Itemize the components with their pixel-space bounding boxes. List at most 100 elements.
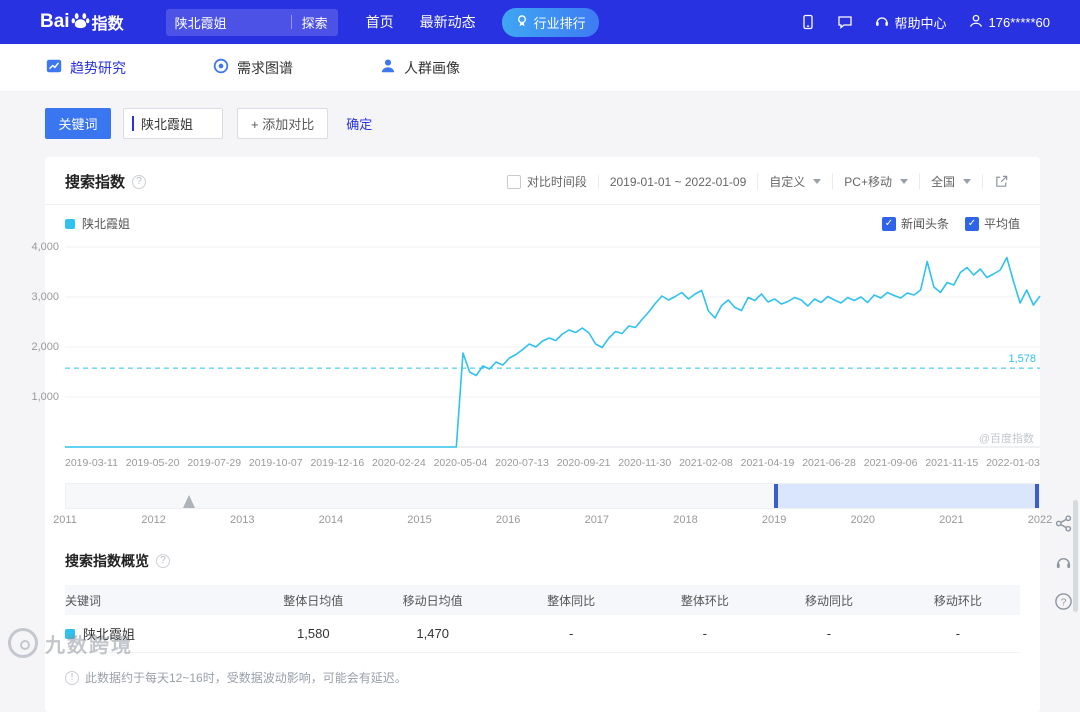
- nav-home[interactable]: 首页: [366, 12, 394, 32]
- timeline-year-label: 2012: [141, 514, 166, 526]
- col-keyword: 关键词: [65, 593, 102, 608]
- timeline-year-label: 2011: [53, 514, 77, 526]
- timeline-year-label: 2020: [850, 514, 875, 526]
- headset-icon: [874, 13, 890, 32]
- timeline-year-label: 2017: [584, 514, 610, 526]
- timeline-slider[interactable]: [65, 483, 1040, 509]
- x-axis-label: 2020-11-30: [618, 457, 672, 469]
- average-toggle[interactable]: ✓ 平均值: [964, 215, 1020, 232]
- scrollbar[interactable]: [1073, 500, 1078, 612]
- topbar-right: 帮助中心 176*****60: [800, 13, 1050, 32]
- checkbox-checked-icon: ✓: [964, 216, 979, 231]
- support-button[interactable]: [1054, 553, 1073, 575]
- nav-latest-news[interactable]: 最新动态: [420, 12, 476, 32]
- x-axis-label: 2019-03-11: [65, 457, 118, 469]
- compare-period-label: 对比时间段: [526, 175, 587, 189]
- question-button[interactable]: ?: [1054, 592, 1073, 614]
- x-axis-label: 2020-02-24: [372, 457, 426, 469]
- chart-watermark: @百度指数: [978, 433, 1034, 445]
- legend-label: 陕北霞姐: [82, 217, 131, 231]
- cell-mobile-yoy: -: [826, 626, 832, 641]
- tab-trend-label: 趋势研究: [70, 59, 126, 76]
- account-menu[interactable]: 176*****60: [968, 13, 1050, 32]
- industry-ranking-pill[interactable]: 行业排行: [501, 7, 599, 37]
- top-navbar: Bai 指数 探索 首页 最新动态 行业排行 帮助中心 176*****60: [0, 0, 1080, 44]
- chart-toggles: ✓ 新闻头条 ✓ 平均值: [881, 215, 1020, 232]
- y-axis-label: 3,000: [31, 291, 59, 303]
- slider-preview-bump: [182, 495, 195, 508]
- data-delay-note: ! 此数据约于每天12~16时，受数据波动影响，可能会有延迟。: [65, 669, 1040, 686]
- chevron-down-icon: [899, 179, 908, 184]
- row-swatch: [65, 628, 75, 639]
- table-row[interactable]: 陕北霞姐 1,580 1,470 - - - -: [65, 615, 1020, 653]
- y-axis-label: 4,000: [31, 241, 59, 253]
- x-axis-label: 2020-05-04: [433, 457, 488, 469]
- table-header-row: 关键词 整体日均值 移动日均值 整体同比 整体环比 移动同比 移动环比: [65, 585, 1020, 615]
- top-nav: 首页 最新动态 行业排行: [366, 7, 599, 37]
- person-icon: [379, 57, 397, 78]
- cell-overall-yoy: -: [568, 626, 574, 641]
- overview-header: 搜索指数概览 ?: [65, 551, 1040, 571]
- keyword-label-button[interactable]: 关键词: [45, 108, 111, 139]
- compare-period-checkbox[interactable]: 对比时间段: [496, 173, 598, 190]
- baidu-index-logo[interactable]: Bai 指数: [40, 10, 124, 34]
- timeline-year-label: 2022: [1027, 514, 1053, 526]
- mobile-app-button[interactable]: [800, 14, 816, 30]
- x-axis-label: 2019-12-16: [310, 457, 365, 469]
- chart-legend-row: 陕北霞姐 ✓ 新闻头条 ✓ 平均值: [45, 205, 1040, 232]
- x-axis-label: 2021-11-15: [925, 457, 979, 469]
- explore-button[interactable]: 探索: [292, 13, 338, 32]
- cell-mobile-mom: -: [955, 626, 961, 641]
- watermark-logo-icon: [8, 628, 38, 658]
- logo-suffix: 指数: [91, 16, 124, 33]
- tab-audience-portrait[interactable]: 人群画像: [379, 57, 460, 78]
- cell-overall-mom: -: [702, 626, 707, 641]
- col-overall-avg: 整体日均值: [283, 593, 344, 608]
- news-headlines-toggle[interactable]: ✓ 新闻头条: [881, 215, 949, 232]
- tab-portrait-label: 人群画像: [404, 59, 460, 76]
- external-link-icon[interactable]: [982, 174, 1020, 189]
- region-dropdown[interactable]: 全国: [918, 173, 982, 190]
- overview-help-icon[interactable]: ?: [156, 554, 170, 568]
- account-label: 176*****60: [988, 14, 1050, 30]
- tab-trend-research[interactable]: 趋势研究: [45, 57, 126, 78]
- cell-overall-avg: 1,580: [297, 626, 330, 641]
- x-axis-label: 2019-10-07: [248, 457, 303, 469]
- message-button[interactable]: [837, 14, 853, 30]
- x-axis-label: 2021-06-28: [802, 457, 856, 469]
- tab-demand-map[interactable]: 需求图谱: [212, 57, 293, 78]
- tab-demand-label: 需求图谱: [237, 59, 293, 76]
- slider-handle-right[interactable]: [1034, 484, 1039, 508]
- search-index-panel: 搜索指数 ? 对比时间段 2019-01-01 ~ 2022-01-09 自定义…: [31, 157, 1052, 712]
- checkbox-empty-icon: [506, 174, 521, 189]
- col-overall-mom: 整体环比: [680, 593, 729, 608]
- sub-navbar: 趋势研究 需求图谱 人群画像: [0, 44, 1080, 92]
- col-mobile-yoy: 移动同比: [804, 593, 853, 608]
- confirm-button[interactable]: 确定: [346, 114, 372, 133]
- search-index-chart[interactable]: 1,000 2,000 3,000 4,000 1,578 @百度指数: [31, 241, 1041, 452]
- timeline-year-label: 2013: [230, 514, 255, 526]
- custom-dropdown[interactable]: 自定义: [757, 173, 832, 190]
- keyword-cell: 陕北霞姐: [65, 624, 256, 643]
- col-mobile-mom: 移动环比: [933, 593, 982, 608]
- share-button[interactable]: [1054, 514, 1073, 536]
- svg-text:?: ?: [1061, 597, 1067, 608]
- timeline-year-label: 2019: [761, 514, 787, 526]
- average-value-label: 1,578: [1008, 353, 1036, 366]
- timeline-years: 2011 2012 2013 2014 2015 2016 2017 2018 2019 2020…: [53, 514, 1052, 529]
- legend-item[interactable]: 陕北霞姐: [65, 215, 130, 232]
- search-input[interactable]: [165, 14, 291, 30]
- help-center-link[interactable]: 帮助中心: [874, 13, 947, 32]
- device-dropdown[interactable]: PC+移动: [832, 173, 919, 190]
- x-axis-labels: 2019-03-11 2019-05-20 2019-07-29 2019-10-07…: [65, 457, 1040, 469]
- keyword-input[interactable]: 陕北霞姐: [123, 108, 223, 139]
- x-axis-label: 2020-09-21: [556, 457, 611, 469]
- keyword-value: 陕北霞姐: [141, 117, 194, 132]
- slider-selection[interactable]: [773, 484, 1039, 508]
- date-range[interactable]: 2019-01-01 ~ 2022-01-09: [597, 174, 757, 189]
- timeline-year-label: 2016: [495, 514, 521, 526]
- help-icon[interactable]: ?: [132, 174, 147, 189]
- add-compare-button[interactable]: + 添加对比: [237, 108, 329, 139]
- slider-handle-left[interactable]: [773, 484, 778, 508]
- timeline-year-label: 2018: [673, 514, 698, 526]
